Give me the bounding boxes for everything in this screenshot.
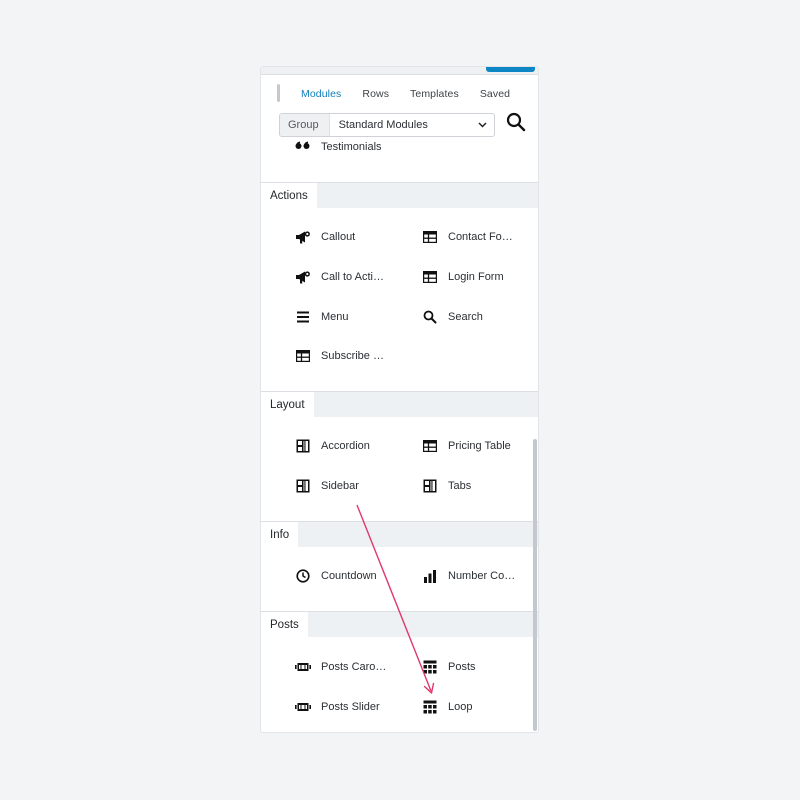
grid-icon (422, 659, 438, 675)
panel-accent-bar (486, 67, 535, 72)
module-label: Posts (448, 661, 476, 673)
section-header-info: Info (261, 522, 538, 547)
section-header-actions: Actions (261, 183, 538, 208)
megaphone-icon (295, 229, 311, 245)
scrollbar[interactable] (533, 439, 537, 731)
tab-modules[interactable]: Modules (301, 88, 341, 100)
chevron-down-icon (474, 120, 490, 131)
module-tabs[interactable]: Tabs (422, 478, 471, 494)
bar-chart-icon (422, 568, 438, 584)
module-testimonials[interactable]: Testimonials (295, 139, 382, 155)
section-header-layout: Layout (261, 392, 538, 417)
quote-icon (295, 139, 311, 155)
module-label: Callout (321, 231, 356, 243)
megaphone-icon (295, 269, 311, 285)
layout-icon (422, 478, 438, 494)
panel-top-bar (261, 67, 538, 75)
section-header-posts: Posts (261, 612, 538, 637)
table-icon (295, 348, 311, 364)
module-label: Accordion (321, 440, 370, 452)
panel-tabs: Modules Rows Templates Saved (301, 88, 531, 100)
module-label: Posts Caro… (321, 661, 387, 673)
tab-saved[interactable]: Saved (480, 88, 510, 100)
module-countdown[interactable]: Countdown (295, 568, 377, 584)
section-title: Posts (261, 612, 308, 637)
module-label: Subscribe … (321, 350, 384, 362)
module-label: Contact Fo… (448, 231, 513, 243)
module-call-to-action[interactable]: Call to Acti… (295, 269, 384, 285)
module-label: Loop (448, 701, 473, 713)
search-icon (506, 112, 526, 132)
module-label: Tabs (448, 480, 472, 492)
module-label: Pricing Table (448, 440, 511, 452)
module-label: Sidebar (321, 480, 359, 492)
module-pricing-table[interactable]: Pricing Table (422, 438, 511, 454)
module-loop[interactable]: Loop (422, 699, 472, 715)
module-search[interactable]: Search (422, 309, 483, 325)
module-sidebar[interactable]: Sidebar (295, 478, 359, 494)
drag-handle[interactable] (277, 84, 280, 102)
group-select[interactable]: Group Standard Modules (279, 113, 495, 137)
module-number-counter[interactable]: Number Co… (422, 568, 515, 584)
layout-icon (295, 438, 311, 454)
module-posts-slider[interactable]: Posts Slider (295, 699, 380, 715)
module-callout[interactable]: Callout (295, 229, 355, 245)
group-label: Group (280, 114, 330, 136)
module-label: Login Form (448, 271, 504, 283)
modules-panel: Modules Rows Templates Saved Group Stand… (260, 66, 539, 733)
tab-rows[interactable]: Rows (362, 88, 389, 100)
clock-icon (295, 568, 311, 584)
group-value: Standard Modules (338, 119, 428, 131)
module-contact-form[interactable]: Contact Fo… (422, 229, 513, 245)
table-icon (422, 269, 438, 285)
module-login-form[interactable]: Login Form (422, 269, 504, 285)
layout-icon (295, 478, 311, 494)
module-label: Call to Acti… (321, 271, 384, 283)
carousel-icon (295, 659, 311, 675)
module-posts-carousel[interactable]: Posts Caro… (295, 659, 386, 675)
table-icon (422, 229, 438, 245)
module-posts[interactable]: Posts (422, 659, 476, 675)
grid-icon (422, 699, 438, 715)
module-label: Number Co… (448, 570, 516, 582)
section-title: Layout (261, 392, 314, 417)
module-label: Testimonials (321, 141, 382, 153)
tab-templates[interactable]: Templates (410, 88, 459, 100)
carousel-icon (295, 699, 311, 715)
module-label: Posts Slider (321, 701, 380, 713)
search-icon (422, 309, 438, 325)
module-subscribe[interactable]: Subscribe … (295, 348, 384, 364)
menu-icon (295, 309, 311, 325)
module-label: Search (448, 311, 483, 323)
table-icon (422, 438, 438, 454)
module-label: Countdown (321, 570, 377, 582)
section-title: Info (261, 522, 299, 547)
module-menu[interactable]: Menu (295, 309, 349, 325)
module-accordion[interactable]: Accordion (295, 438, 370, 454)
search-button[interactable] (505, 111, 529, 135)
section-title: Actions (261, 183, 317, 208)
module-label: Menu (321, 311, 349, 323)
